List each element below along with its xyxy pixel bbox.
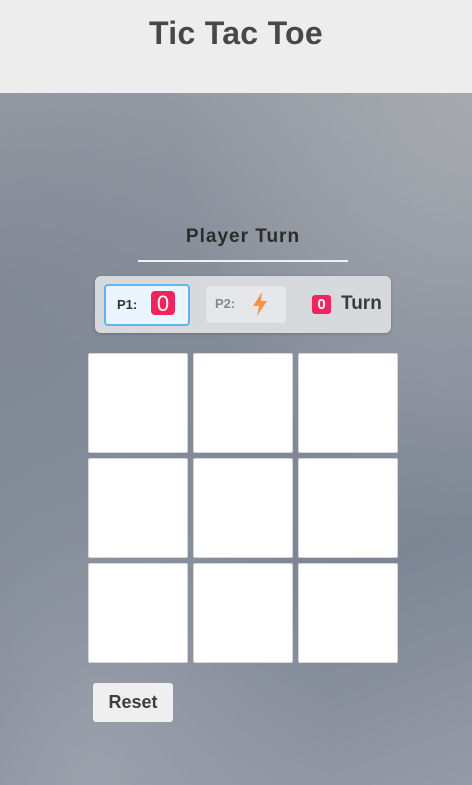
game-board [88,353,398,663]
app-header: Tic Tac Toe [0,0,472,93]
player2-label: P2: [215,296,236,311]
score-panel: P1: 0 P2: 0 Turn [95,276,391,333]
player1-mark: 0 [151,291,175,316]
board-cell-6[interactable] [298,458,398,558]
lightning-bolt-icon [251,292,269,316]
board-cell-9[interactable] [298,563,398,663]
board-cell-2[interactable] [193,353,293,453]
turn-indicator: 0 [312,295,331,314]
board-cell-5[interactable] [193,458,293,558]
turn-heading: Player Turn [185,226,301,247]
board-cell-7[interactable] [88,563,188,663]
board-cell-8[interactable] [193,563,293,663]
reset-button[interactable]: Reset [93,683,173,722]
player2-box: P2: [206,286,286,323]
heading-underline [138,260,348,262]
board-cell-3[interactable] [298,353,398,453]
turn-label: Turn [341,293,382,314]
board-cell-4[interactable] [88,458,188,558]
board-cell-1[interactable] [88,353,188,453]
player1-label: P1: [117,297,138,312]
player1-box: P1: 0 [104,284,190,326]
app-title: Tic Tac Toe [148,15,324,51]
